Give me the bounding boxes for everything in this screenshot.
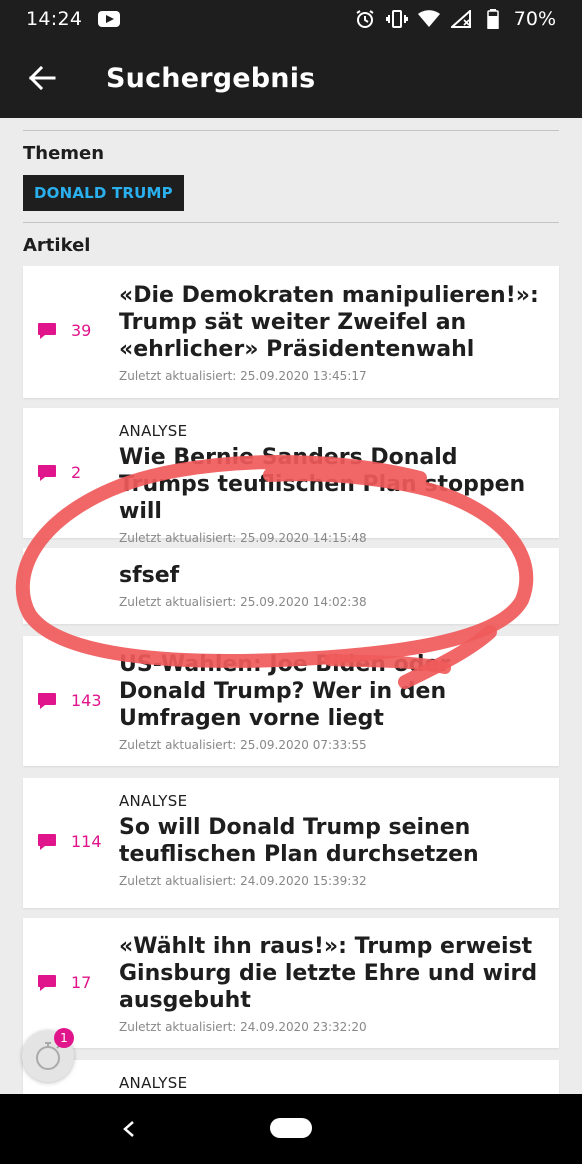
divider <box>23 222 559 223</box>
signal-icon <box>450 9 472 29</box>
system-back-button[interactable] <box>116 1116 142 1142</box>
divider <box>23 130 559 131</box>
articles-heading: Artikel <box>23 235 91 256</box>
article-date: Zuletzt aktualisiert: 25.09.2020 14:15:4… <box>119 531 367 545</box>
comment-icon <box>38 464 56 481</box>
article-title: «Wählt ihn raus!»: Trump erweist Ginsbur… <box>119 934 538 1013</box>
article-card[interactable]: 143 US-Wahlen: Joe Biden oder Donald Tru… <box>23 636 559 766</box>
comment-icon <box>38 833 56 850</box>
article-date: Zuletzt aktualisiert: 25.09.2020 13:45:1… <box>119 369 367 383</box>
article-date: Zuletzt aktualisiert: 24.09.2020 23:32:2… <box>119 1020 367 1034</box>
comment-icon <box>38 692 56 709</box>
article-card[interactable]: sfsef Zuletzt aktualisiert: 25.09.2020 1… <box>23 548 559 624</box>
article-card[interactable]: 17 «Wählt ihn raus!»: Trump erweist Gins… <box>23 918 559 1048</box>
article-card[interactable]: 39 «Die Demokraten manipulieren!»: Trump… <box>23 266 559 398</box>
topic-tag-donald-trump[interactable]: DONALD TRUMP <box>23 175 184 211</box>
notification-badge: 1 <box>54 1028 74 1048</box>
back-button[interactable] <box>0 38 84 118</box>
article-card[interactable]: ANALYSE <box>23 1060 559 1094</box>
system-nav-bar <box>0 1094 582 1164</box>
chevron-left-icon <box>123 1121 134 1137</box>
alarm-icon <box>354 9 376 29</box>
status-time: 14:24 <box>26 8 83 30</box>
wifi-icon <box>417 9 440 29</box>
article-card[interactable]: 2 ANALYSE Wie Bernie Sanders Donald Trum… <box>23 408 559 545</box>
article-date: Zuletzt aktualisiert: 24.09.2020 15:39:3… <box>119 874 367 888</box>
comment-count: 2 <box>37 463 81 482</box>
arrow-left-icon <box>28 66 56 90</box>
system-home-button[interactable] <box>270 1118 312 1138</box>
article-date: Zuletzt aktualisiert: 25.09.2020 14:02:3… <box>119 595 367 609</box>
topics-heading: Themen <box>23 143 105 164</box>
article-title: sfsef <box>119 563 180 588</box>
comment-icon <box>38 974 56 991</box>
article-title: US-Wahlen: Joe Biden oder Donald Trump? … <box>119 652 451 731</box>
article-title: «Die Demokraten manipulieren!»: Trump sä… <box>119 283 539 362</box>
article-card[interactable]: 114 ANALYSE So will Donald Trump seinen … <box>23 778 559 908</box>
comment-count: 114 <box>37 832 102 851</box>
status-bar: 14:24 70% <box>0 0 582 38</box>
comment-count: 143 <box>37 691 102 710</box>
article-title: Wie Bernie Sanders Donald Trumps teuflis… <box>119 445 526 524</box>
vibrate-icon <box>385 9 408 29</box>
article-date: Zuletzt aktualisiert: 25.09.2020 07:33:5… <box>119 738 367 752</box>
comment-count: 17 <box>37 973 91 992</box>
article-title: So will Donald Trump seinen teuflischen … <box>119 815 479 867</box>
comment-count: 39 <box>37 321 91 340</box>
battery-icon <box>482 9 504 29</box>
comment-icon <box>38 322 56 339</box>
youtube-icon <box>98 11 121 27</box>
article-kicker: ANALYSE <box>119 422 188 440</box>
battery-percent: 70% <box>513 8 556 30</box>
article-kicker: ANALYSE <box>119 792 188 810</box>
app-bar: Suchergebnis <box>0 38 582 118</box>
article-kicker: ANALYSE <box>119 1074 188 1092</box>
page-title: Suchergebnis <box>106 62 316 94</box>
